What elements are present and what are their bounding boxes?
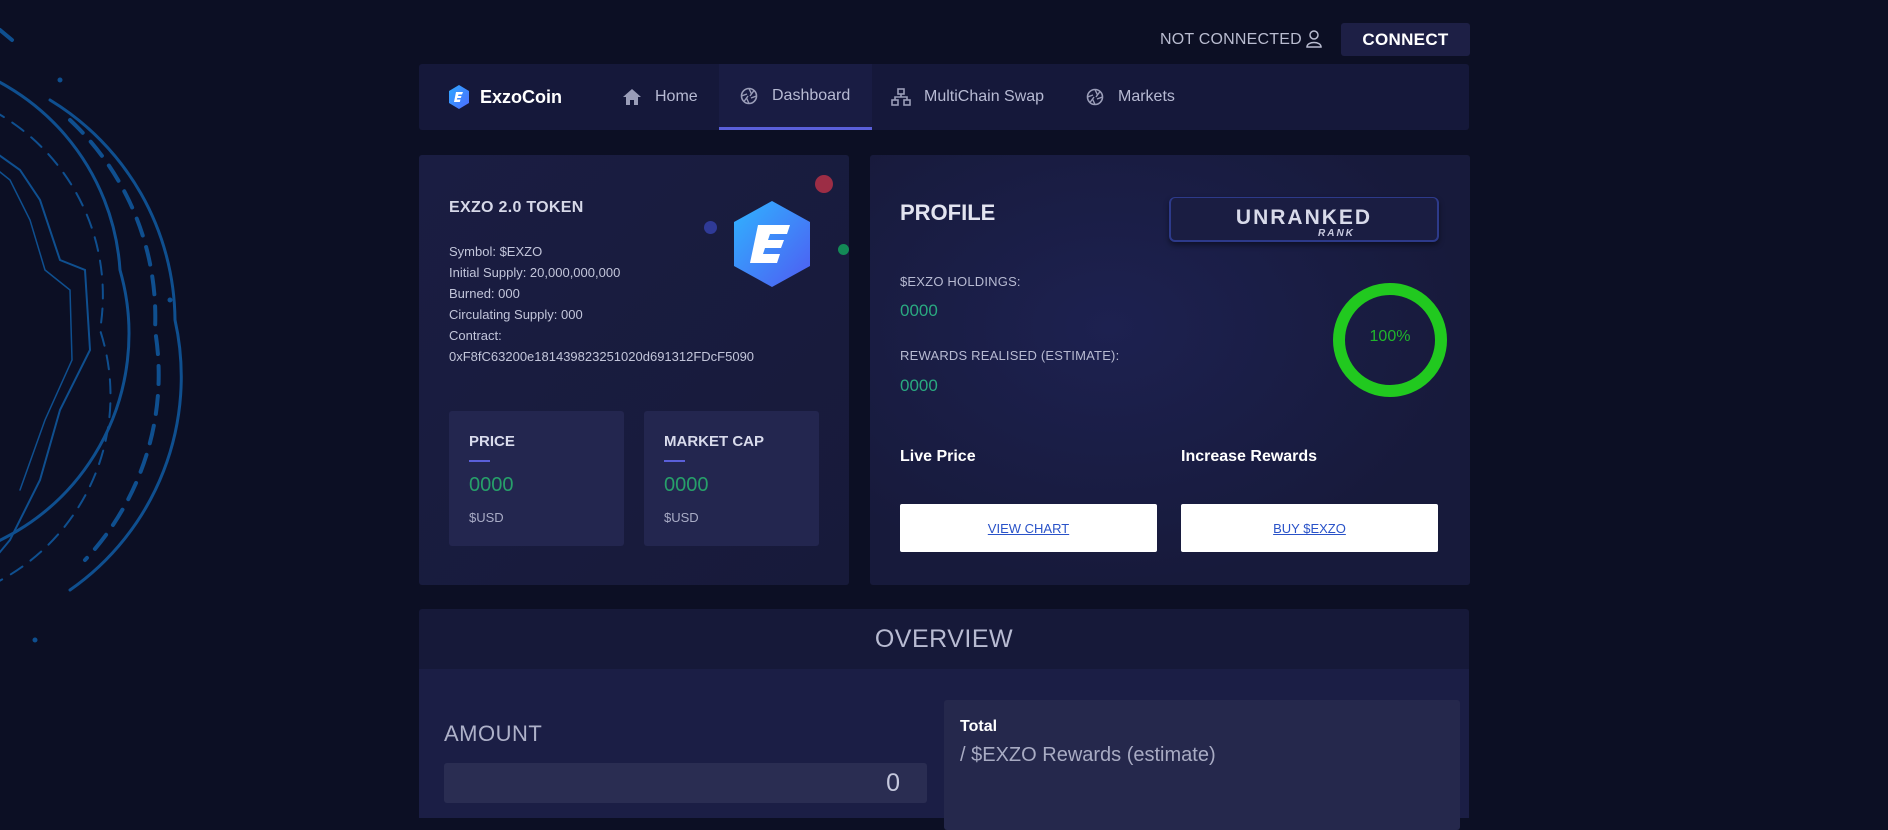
market-cap-unit: $USD <box>664 510 699 525</box>
overview-title: OVERVIEW <box>419 609 1469 669</box>
market-cap-value: 0000 <box>664 474 709 496</box>
user-icon <box>1306 30 1322 48</box>
progress-ring-percent: 100% <box>1369 328 1411 345</box>
holdings-value: 0000 <box>900 301 938 320</box>
main-nav: ExzoCoin Home Dashboard MultiChain Swap … <box>419 64 1469 130</box>
connection-bar: NOT CONNECTED CONNECT <box>1160 23 1470 56</box>
decorative-dot <box>704 221 717 234</box>
price-unit: $USD <box>469 510 504 525</box>
amount-input[interactable] <box>444 763 927 803</box>
nav-item-label: Dashboard <box>772 86 851 104</box>
increase-rewards-label: Increase Rewards <box>1181 448 1318 465</box>
price-title: PRICE <box>469 433 515 450</box>
rank-caption: RANK <box>1318 228 1355 239</box>
connection-status: NOT CONNECTED <box>1160 31 1302 48</box>
brand[interactable]: ExzoCoin <box>448 85 562 109</box>
rank-value: UNRANKED <box>1235 206 1373 229</box>
accent-divider <box>469 460 490 462</box>
nav-item-home[interactable]: Home <box>622 64 698 130</box>
overview-panel: AMOUNT Total / $EXZO Rewards (estimate) <box>419 669 1469 830</box>
aperture-icon <box>1086 88 1104 106</box>
nav-item-label: MultiChain Swap <box>924 88 1045 105</box>
home-icon <box>623 89 641 105</box>
nav-item-markets[interactable]: Markets <box>1085 64 1175 130</box>
token-contract-label: Contract: <box>449 328 502 343</box>
rank-badge: UNRANKED RANK <box>1169 197 1439 242</box>
holdings-label: $EXZO HOLDINGS: <box>900 274 1021 289</box>
token-contract-address: 0xF8fC63200e181439823251020d691312FDcF50… <box>449 349 755 364</box>
nav-item-dashboard[interactable]: Dashboard <box>719 64 872 130</box>
view-chart-button[interactable]: VIEW CHART <box>900 504 1157 552</box>
nav-item-multichain-swap[interactable]: MultiChain Swap <box>891 64 1044 130</box>
token-symbol: Symbol: $EXZO <box>449 244 543 259</box>
rewards-value: 0000 <box>900 376 938 395</box>
nav-item-label: Markets <box>1118 88 1175 105</box>
price-value: 0000 <box>469 474 514 496</box>
rewards-label: REWARDS REALISED (ESTIMATE): <box>900 348 1120 363</box>
token-initial-supply: Initial Supply: 20,000,000,000 <box>449 265 621 280</box>
network-icon <box>891 88 911 106</box>
brand-name: ExzoCoin <box>480 86 563 107</box>
aperture-icon <box>740 87 758 104</box>
token-title: EXZO 2.0 TOKEN <box>449 199 584 216</box>
live-price-label: Live Price <box>900 448 976 465</box>
accent-divider <box>664 460 685 462</box>
decorative-dot <box>838 244 849 255</box>
total-title: Total <box>960 718 998 735</box>
connect-button[interactable]: CONNECT <box>1341 23 1470 56</box>
exzo-logo-icon <box>449 85 469 109</box>
token-info-card: EXZO 2.0 TOKEN Symbol: $EXZO Initial Sup… <box>419 155 849 585</box>
decorative-dot <box>815 175 833 193</box>
token-burned: Burned: 000 <box>449 286 520 301</box>
total-rewards-estimate: / $EXZO Rewards (estimate) <box>960 744 1216 766</box>
market-cap-box: MARKET CAP 0000 $USD <box>644 411 819 546</box>
buy-exzo-button[interactable]: BUY $EXZO <box>1181 504 1438 552</box>
market-cap-title: MARKET CAP <box>664 433 764 450</box>
amount-label: AMOUNT <box>444 721 543 746</box>
total-box: Total / $EXZO Rewards (estimate) <box>944 700 1460 830</box>
price-box: PRICE 0000 $USD <box>449 411 624 546</box>
background-arcs-decoration <box>0 28 183 643</box>
profile-title: PROFILE <box>900 200 996 225</box>
token-circulating-supply: Circulating Supply: 000 <box>449 307 583 322</box>
profile-card: PROFILE UNRANKED RANK $EXZO HOLDINGS: 00… <box>870 155 1470 585</box>
exzo-token-logo-icon <box>734 201 810 287</box>
nav-item-label: Home <box>655 88 698 105</box>
token-details: Symbol: $EXZO Initial Supply: 20,000,000… <box>449 241 754 367</box>
